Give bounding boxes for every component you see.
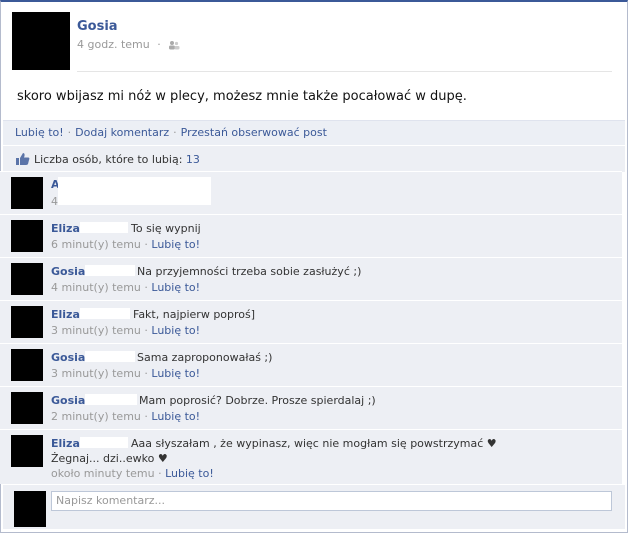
comment-text: Fakt, najpierw poproś] [133,308,256,321]
separator-dot: · [173,126,177,139]
comment-text: Na przyjemności trzeba sobie zasłużyć ;) [137,265,362,278]
comment-input-row: Napisz komentarz... [3,484,625,529]
like-link[interactable]: Lubię to! [15,126,64,139]
redaction-block [80,308,130,319]
commenter-name[interactable]: Gosia [51,351,85,364]
comment-text: Mam poprosić? Dobrze. Prosze spierdalaj … [139,394,376,407]
current-user-avatar [14,491,46,527]
action-bar: Lubię to! · Dodaj komentarz · Przestań obser… [3,120,625,145]
thumbs-up-icon [16,153,30,165]
commenter-avatar[interactable] [11,435,43,467]
post-author[interactable]: Gosia [77,19,118,34]
comment-like-link[interactable]: Lubię to! [151,410,200,423]
comment-like-link[interactable]: Lubię to! [165,467,214,480]
comment-item: A 4 [0,171,622,214]
add-comment-link[interactable]: Dodaj komentarz [75,126,169,139]
commenter-avatar[interactable] [11,263,43,295]
comment-text: To się wypnij [131,222,201,235]
post-text: skoro wbijasz mi nóż w plecy, możesz mni… [17,89,467,104]
comment-meta: około minuty temu · Lubię to! [51,467,214,480]
comment-item: Gosia Sama zaproponowałaś ;) 3 minut(y) … [0,343,622,386]
commenter-avatar[interactable] [11,177,43,209]
comment-meta: 6 minut(y) temu · Lubię to! [51,238,201,251]
redaction-block [58,177,211,205]
people-icon[interactable] [168,40,180,50]
comment-like-link[interactable]: Lubię to! [151,367,200,380]
likes-count[interactable]: 13 [186,153,200,166]
commenter-name[interactable]: Gosia [51,394,85,407]
separator-dot: · [157,38,161,51]
comment-item: Eliza Aaa słyszałam , że wypinasz, więc … [0,429,622,484]
comment-like-link[interactable]: Lubię to! [151,324,200,337]
comment-meta: 2 minut(y) temu · Lubię to! [51,410,201,423]
comment-item: Eliza To się wypnij 6 minut(y) temu · Lu… [0,214,622,257]
comment-like-link[interactable]: Lubię to! [151,281,200,294]
redaction-block [80,437,128,448]
comment-input[interactable]: Napisz komentarz... [51,491,612,511]
comment-item: Gosia Na przyjemności trzeba sobie zasłu… [0,257,622,300]
header-divider [77,71,612,72]
redaction-block [80,222,128,233]
redaction-block [85,351,135,362]
commenter-name[interactable]: Gosia [51,265,85,278]
comment-meta: 4 minut(y) temu · Lubię to! [51,281,201,294]
likes-label: Liczba osób, które to lubią: 13 [34,153,200,166]
comment-meta: 3 minut(y) temu · Lubię to! [51,367,201,380]
commenter-avatar[interactable] [11,306,43,338]
comment-item: Eliza Fakt, najpierw poproś] 3 minut(y) … [0,300,622,343]
commenter-avatar[interactable] [11,220,43,252]
commenter-avatar[interactable] [11,392,43,424]
comment-time: 4 [51,195,58,208]
commenter-name[interactable]: Eliza [51,308,80,321]
unfollow-link[interactable]: Przestań obserwować post [181,126,327,139]
author-avatar[interactable] [12,12,70,70]
separator-dot: · [67,126,72,139]
comment-meta: 3 minut(y) temu · Lubię to! [51,324,201,337]
likes-row: Liczba osób, które to lubią: 13 [3,145,625,172]
comment-text: Sama zaproponowałaś ;) [137,351,273,364]
redaction-block [85,394,137,405]
commenter-name[interactable]: Eliza [51,222,80,235]
comment-text-line2: Żegnaj... dzi..ewko ♥ [51,452,168,465]
comment-item: Gosia Mam poprosić? Dobrze. Prosze spier… [0,386,622,429]
comment-text: Aaa słyszałam , że wypinasz, więc nie mo… [131,437,497,450]
comment-like-link[interactable]: Lubię to! [151,238,200,251]
post-time[interactable]: 4 godz. temu [77,38,150,51]
redaction-block [85,265,135,276]
commenter-name[interactable]: Eliza [51,437,80,450]
post-meta: 4 godz. temu · [77,38,180,51]
commenter-avatar[interactable] [11,349,43,381]
